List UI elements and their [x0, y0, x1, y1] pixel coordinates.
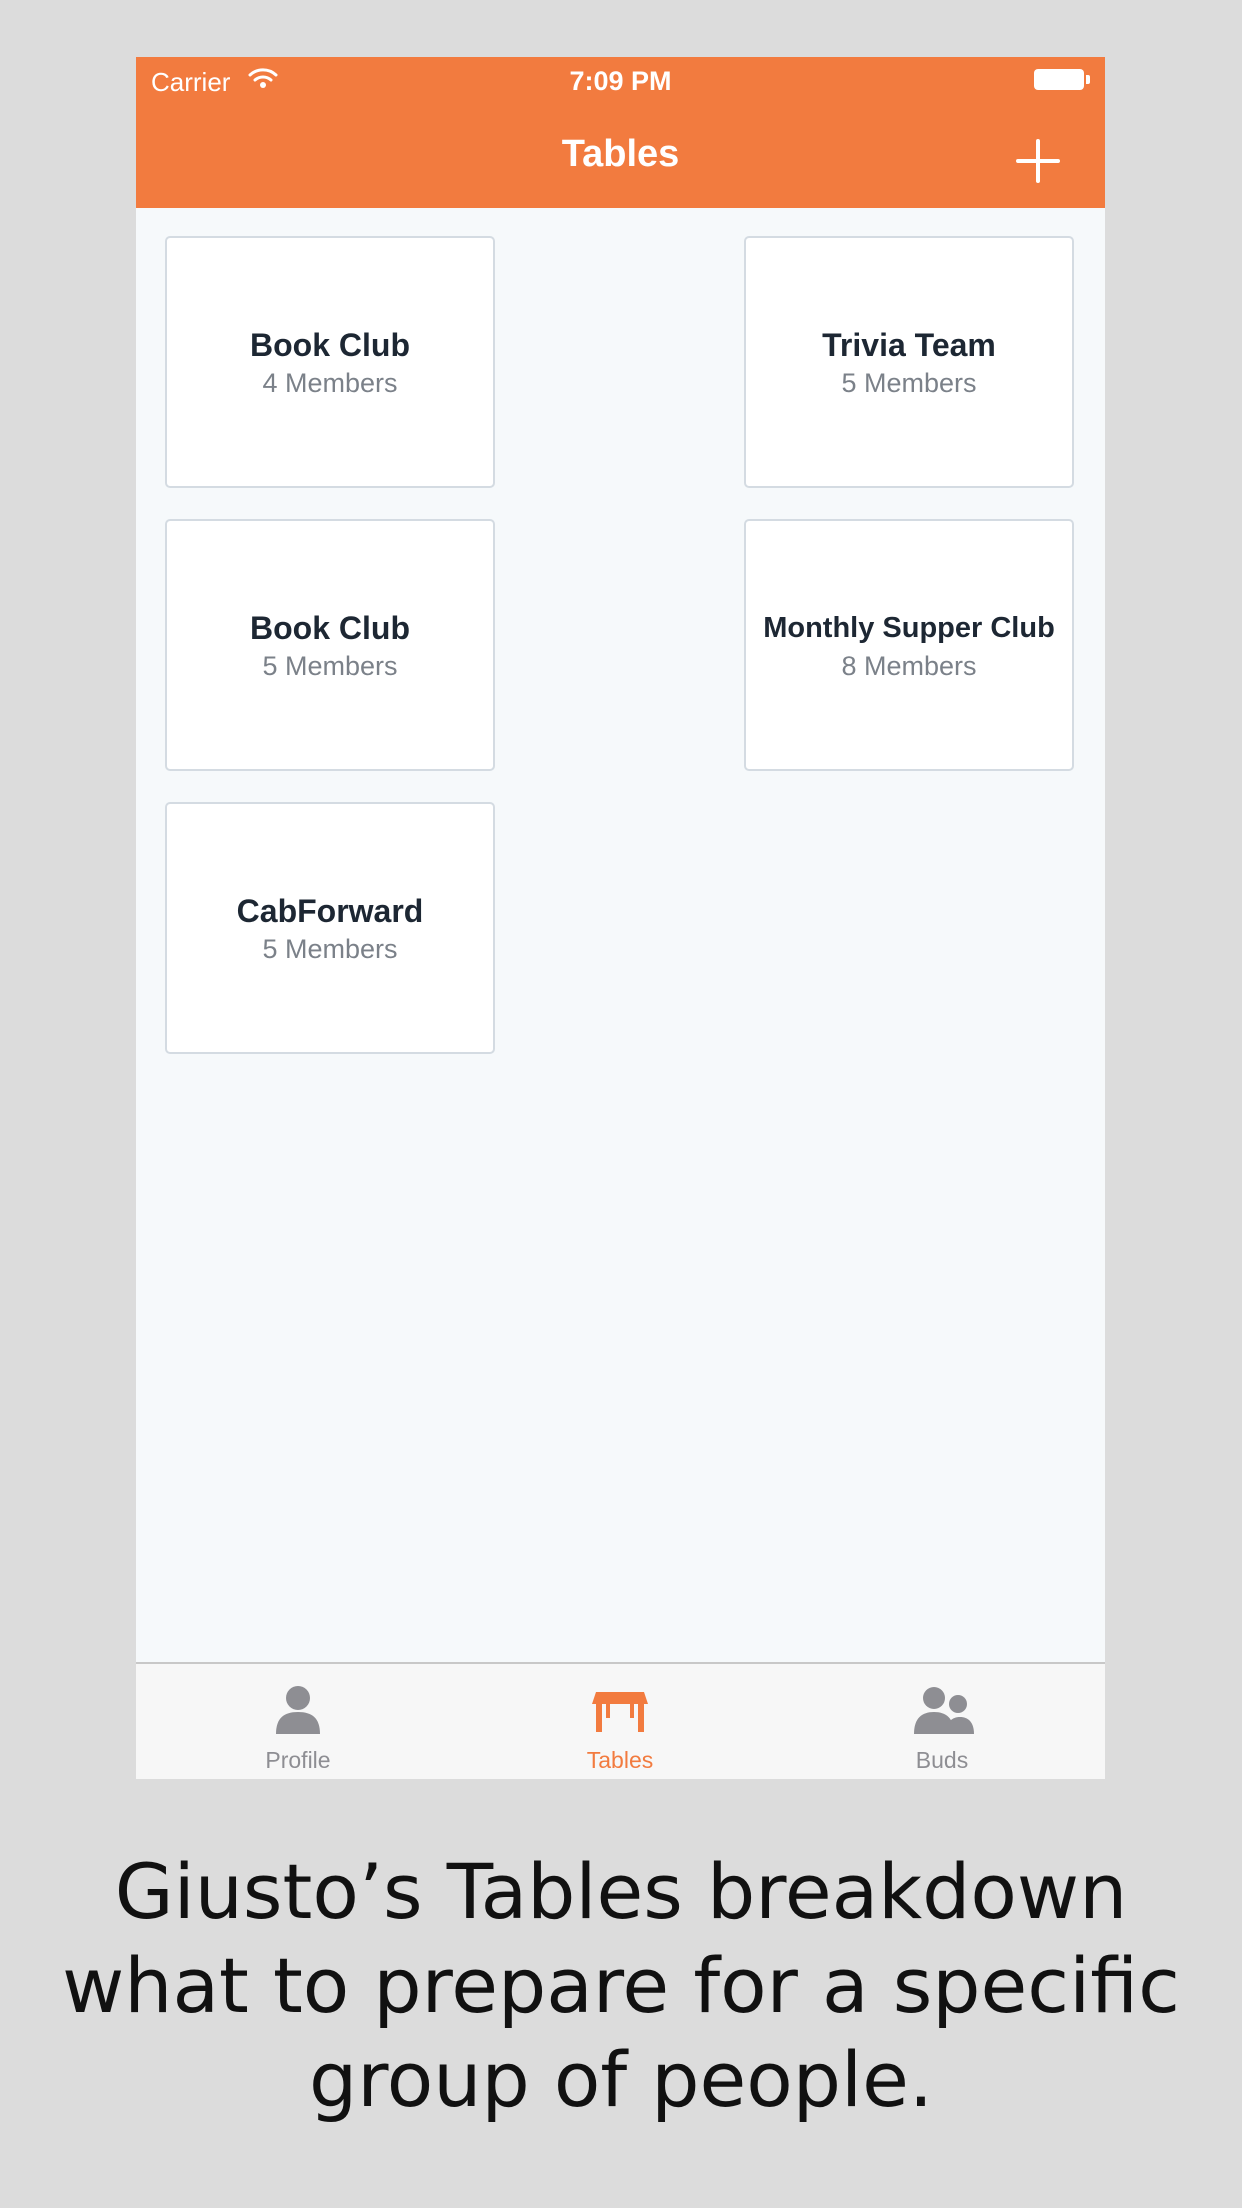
table-name: CabForward	[236, 893, 424, 929]
member-count: 4 Members	[262, 368, 398, 398]
member-count: 5 Members	[262, 651, 398, 681]
navigation-bar: Carrier 7:09 PM Tables	[136, 57, 1105, 208]
add-table-button[interactable]	[1008, 131, 1068, 191]
app-screen: Carrier 7:09 PM Tables Book Club 4 Membe…	[136, 57, 1105, 1779]
marketing-caption: Giusto’s Tables breakdown what to prepar…	[0, 1845, 1242, 2127]
plus-icon	[1016, 139, 1060, 183]
tab-profile[interactable]: Profile	[198, 1664, 398, 1779]
status-time: 7:09 PM	[569, 66, 672, 96]
table-card[interactable]: Trivia Team 5 Members	[744, 236, 1074, 488]
tab-label: Buds	[915, 1747, 969, 1773]
caption-line: Giusto’s Tables breakdown	[114, 1847, 1128, 1936]
battery-tip	[1086, 75, 1090, 84]
table-icon	[592, 1692, 648, 1732]
table-name: Trivia Team	[822, 327, 996, 363]
tab-tables[interactable]: Tables	[520, 1664, 720, 1779]
table-card[interactable]: CabForward 5 Members	[165, 802, 495, 1054]
table-card[interactable]: Monthly Supper Club 8 Members	[744, 519, 1074, 771]
member-count: 8 Members	[841, 651, 977, 681]
table-card[interactable]: Book Club 4 Members	[165, 236, 495, 488]
table-name: Book Club	[250, 327, 410, 363]
caption-line: what to prepare for a specific	[62, 1941, 1180, 2030]
member-count: 5 Members	[262, 934, 398, 964]
tab-bar: Profile Tables Buds	[136, 1662, 1105, 1779]
table-card[interactable]: Book Club 5 Members	[165, 519, 495, 771]
table-name: Book Club	[250, 610, 410, 646]
people-icon	[914, 1687, 974, 1734]
tab-buds[interactable]: Buds	[842, 1664, 1042, 1779]
table-name: Monthly Supper Club	[763, 612, 1055, 644]
tab-label: Profile	[265, 1747, 331, 1773]
member-count: 5 Members	[841, 368, 977, 398]
person-icon	[276, 1686, 320, 1734]
battery-icon	[1034, 69, 1084, 90]
caption-line: group of people.	[308, 2035, 934, 2124]
tab-label: Tables	[586, 1747, 654, 1773]
page-title: Tables	[561, 133, 680, 175]
